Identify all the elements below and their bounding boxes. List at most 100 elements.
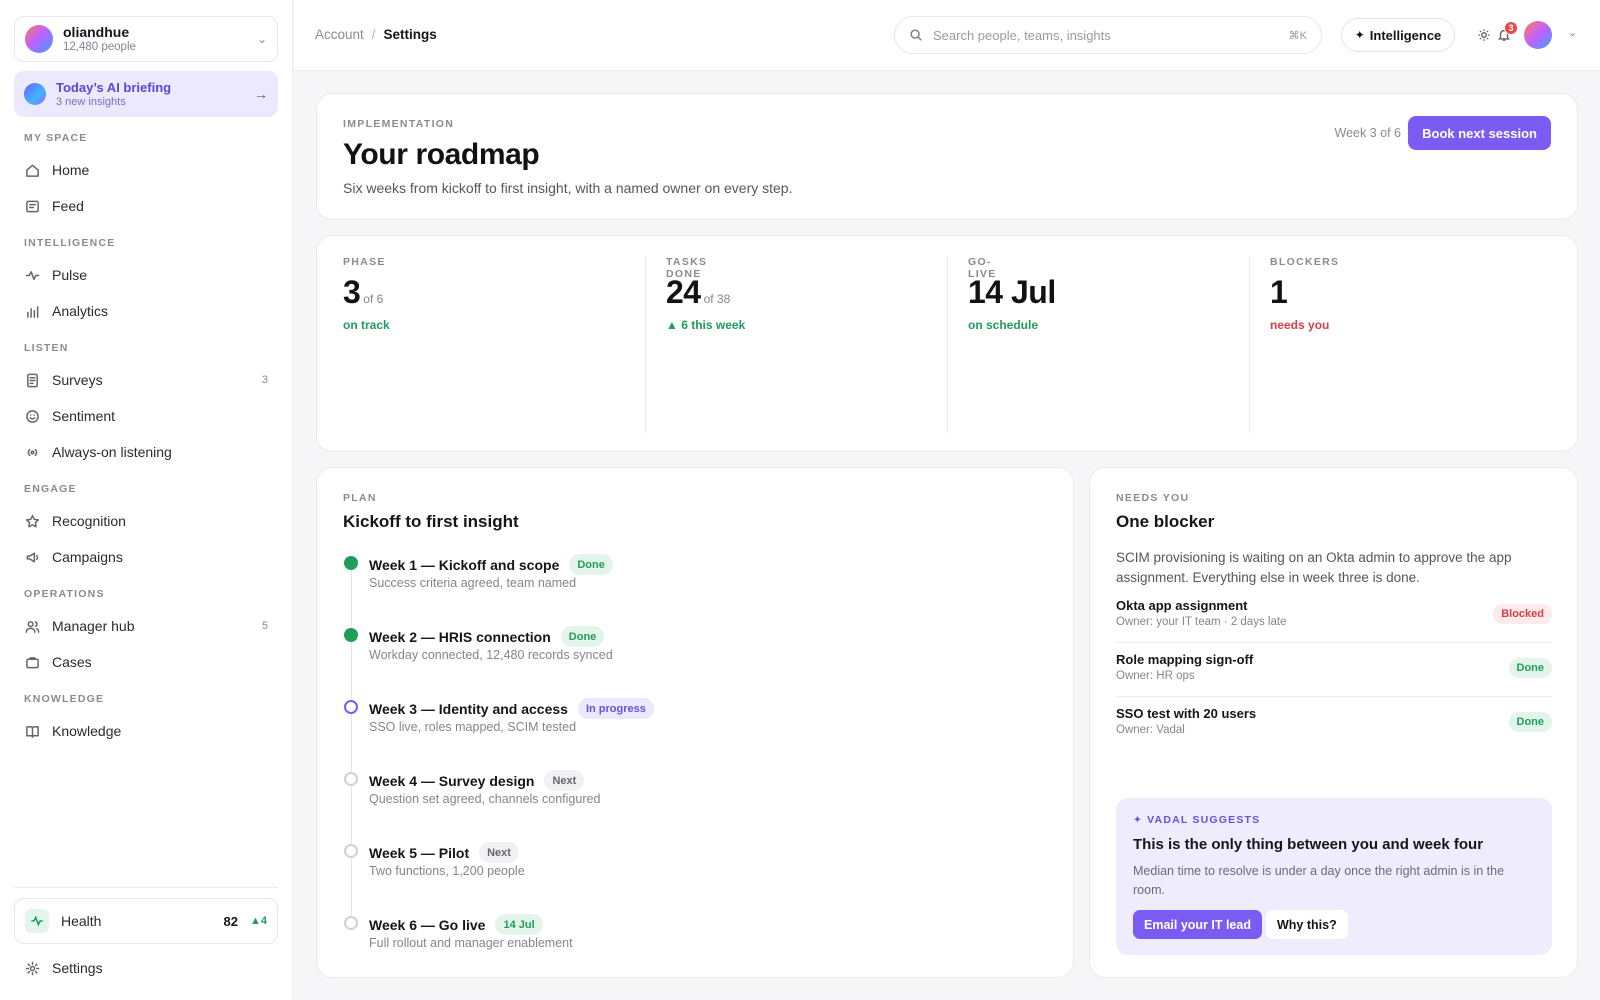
status-badge: Blocked	[1493, 604, 1552, 624]
sidebar-item-label: Manager hub	[52, 618, 135, 634]
sidebar-item-label: Knowledge	[52, 723, 122, 739]
stat-value: 3	[343, 274, 361, 310]
sidebar-item-manager-hub[interactable]: Manager hub 5	[14, 610, 278, 642]
breadcrumb-current: Settings	[383, 27, 437, 42]
intelligence-label: Intelligence	[1369, 27, 1442, 43]
stat-label: BLOCKERS	[1270, 256, 1340, 268]
hero-eyebrow: IMPLEMENTATION	[343, 118, 455, 130]
step-title: Week 3 — Identity and access	[369, 700, 568, 717]
sidebar-item-analytics[interactable]: Analytics	[14, 295, 278, 327]
sparkle-icon: ✦	[1354, 28, 1365, 42]
health-widget[interactable]: Health 82 ▲4	[14, 898, 278, 944]
chevron-down-icon: ⌄	[256, 32, 267, 46]
breadcrumb-account[interactable]: Account	[315, 27, 364, 42]
search-placeholder: Search people, teams, insights	[933, 27, 1111, 43]
briefing-title: Today’s AI briefing	[56, 79, 172, 95]
sidebar-item-knowledge[interactable]: Knowledge	[14, 715, 278, 747]
suggestion-body: Median time to resolve is under a day on…	[1133, 864, 1505, 897]
user-avatar[interactable]	[1524, 21, 1552, 49]
sidebar-item-label: Surveys	[52, 372, 103, 388]
book-session-button[interactable]: Book next session	[1408, 116, 1551, 150]
task-row[interactable]: Role mapping sign-off Owner: HR ops Done	[1116, 652, 1552, 706]
step-title: Week 6 — Go live	[369, 916, 486, 933]
stat-value: 14 Jul	[968, 274, 1056, 310]
org-avatar	[25, 25, 53, 53]
search-icon	[910, 29, 922, 41]
step-title: Week 1 — Kickoff and scope	[369, 556, 560, 573]
ai-briefing-card[interactable]: Today’s AI briefing 3 new insights →	[14, 71, 278, 117]
suggestion-eyebrow: ✦ VADAL SUGGESTS	[1133, 814, 1261, 826]
task-row[interactable]: SSO test with 20 users Owner: Vadal Done	[1116, 706, 1552, 760]
sidebar-item-campaigns[interactable]: Campaigns	[14, 541, 278, 573]
chevron-down-icon[interactable]: ⌄	[1568, 26, 1577, 39]
step-description: SSO live, roles mapped, SCIM tested	[369, 720, 577, 734]
stat-label: PHASE	[343, 256, 386, 268]
ai-suggestion-panel: ✦ VADAL SUGGESTS This is the only thing …	[1116, 798, 1552, 955]
step-title: Week 4 — Survey design	[369, 772, 535, 789]
step-pending-dot	[344, 916, 358, 930]
sidebar-item-label: Settings	[52, 960, 103, 976]
timeline-step[interactable]: Week 4 — Survey design Next Question set …	[343, 768, 943, 818]
broadcast-icon	[24, 444, 40, 460]
task-title: Okta app assignment	[1116, 598, 1248, 613]
org-switcher[interactable]: oliandhue 12,480 people ⌄	[14, 16, 278, 62]
stat-note: ▲ 6 this week	[666, 318, 746, 332]
arrow-right-icon: →	[254, 86, 268, 102]
stat-value: 24	[666, 274, 701, 310]
timeline-step[interactable]: Week 1 — Kickoff and scope Done Success c…	[343, 552, 943, 602]
sidebar-item-home[interactable]: Home	[14, 154, 278, 186]
sidebar-item-surveys[interactable]: Surveys 3	[14, 364, 278, 396]
search-shortcut: ⌘K	[1288, 29, 1307, 42]
why-this-button[interactable]: Why this?	[1266, 910, 1348, 939]
needs-eyebrow: NEEDS YOU	[1116, 492, 1190, 504]
sidebar-item-label: Feed	[52, 198, 84, 214]
users-icon	[24, 618, 40, 634]
stat-divider	[1249, 256, 1250, 433]
stat-divider	[645, 256, 646, 433]
home-icon	[24, 162, 40, 178]
needs-you-card: NEEDS YOU One blocker SCIM provisioning …	[1089, 467, 1578, 978]
sidebar-item-label: Sentiment	[52, 408, 116, 424]
plan-eyebrow: PLAN	[343, 492, 377, 504]
needs-title: One blocker	[1116, 512, 1215, 531]
sidebar-item-sentiment[interactable]: Sentiment	[14, 400, 278, 432]
sidebar-item-cases[interactable]: Cases	[14, 646, 278, 678]
plan-title: Kickoff to first insight	[343, 512, 519, 531]
task-row[interactable]: Okta app assignment Owner: your IT team …	[1116, 598, 1552, 652]
breadcrumb: Account / Settings	[315, 27, 437, 42]
sidebar-item-pulse[interactable]: Pulse	[14, 259, 278, 291]
task-title: Role mapping sign-off	[1116, 652, 1254, 667]
notifications-button[interactable]: 3	[1494, 21, 1518, 45]
stat-note: on schedule	[968, 318, 1039, 332]
org-name: oliandhue	[63, 24, 130, 40]
status-badge: Done	[560, 626, 605, 647]
theme-toggle[interactable]	[1474, 25, 1494, 45]
sidebar-item-label: Always-on listening	[52, 444, 172, 460]
briefcase-icon	[24, 654, 40, 670]
timeline-step[interactable]: Week 3 — Identity and access In progress …	[343, 696, 943, 746]
stats-card: PHASE 3 of 6 on track TASKS DONE 24 of 38 …	[316, 235, 1578, 452]
sidebar-item-settings[interactable]: Settings	[14, 952, 278, 984]
step-progress-dot	[344, 700, 358, 714]
status-badge: Done	[1508, 658, 1552, 678]
sidebar-item-recognition[interactable]: Recognition	[14, 505, 278, 537]
section-intelligence: INTELLIGENCE	[24, 237, 116, 249]
email-it-lead-button[interactable]: Email your IT lead	[1133, 910, 1262, 939]
ai-orb-icon	[24, 83, 46, 105]
timeline-step[interactable]: Week 6 — Go live 14 Jul Full rollout and …	[343, 912, 943, 962]
sidebar-item-feed[interactable]: Feed	[14, 190, 278, 222]
intelligence-button[interactable]: ✦ Intelligence	[1341, 18, 1455, 52]
step-title: Week 2 — HRIS connection	[369, 628, 551, 645]
hero-subtitle: Six weeks from kickoff to first insight,…	[343, 180, 793, 196]
sidebar-item-listening[interactable]: Always-on listening	[14, 436, 278, 468]
timeline-step[interactable]: Week 2 — HRIS connection Done Workday con…	[343, 624, 943, 674]
task-divider	[1116, 642, 1552, 643]
timeline-step[interactable]: Week 5 — Pilot Next Two functions, 1,200 …	[343, 840, 943, 890]
step-pending-dot	[344, 844, 358, 858]
week-indicator: Week 3 of 6	[1334, 126, 1401, 140]
megaphone-icon	[24, 549, 40, 565]
surveys-count: 3	[261, 374, 268, 386]
search-input[interactable]: Search people, teams, insights ⌘K	[894, 16, 1322, 54]
section-knowledge: KNOWLEDGE	[24, 693, 105, 705]
pulse-icon	[24, 267, 40, 283]
